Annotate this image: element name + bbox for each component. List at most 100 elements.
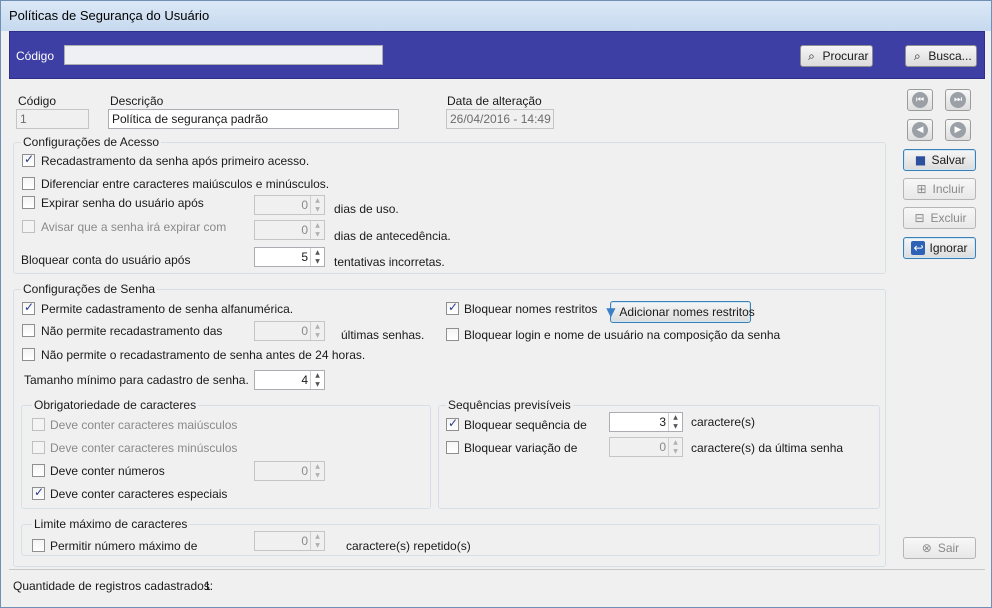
require-upper-checkbox[interactable] — [32, 418, 45, 431]
warn-expire-checkbox[interactable] — [22, 220, 35, 233]
require-numbers-checkbox[interactable] — [32, 464, 45, 477]
allow-max-label: Permitir número máximo de — [50, 539, 198, 553]
first-record-button[interactable]: ⏮ — [907, 89, 933, 111]
block-sequence-value: 3 — [659, 415, 666, 429]
spin-up-icon[interactable]: ▲ — [669, 413, 682, 422]
block-variation-stepper[interactable]: 0 ▲ ▼ — [609, 437, 683, 457]
title-bar: Políticas de Segurança do Usuário — [1, 1, 991, 31]
no-reuse-arrows: ▲ ▼ — [310, 322, 324, 340]
floppy-icon: ■ — [914, 153, 927, 167]
min-size-stepper[interactable]: 4 ▲ ▼ — [254, 370, 325, 390]
block-login-label: Bloquear login e nome de usuário na comp… — [464, 328, 781, 342]
spin-down-icon[interactable]: ▼ — [311, 471, 324, 480]
exit-button[interactable]: ⊗ Sair — [903, 537, 976, 559]
expire-days-stepper[interactable]: 0 ▲ ▼ — [254, 195, 325, 215]
search-code-input[interactable] — [64, 45, 383, 65]
require-upper-label: Deve conter caracteres maiúsculos — [50, 418, 238, 432]
spin-up-icon[interactable]: ▲ — [311, 322, 324, 331]
alphanumeric-checkbox[interactable] — [22, 300, 35, 315]
allow-max-arrows: ▲ ▼ — [310, 532, 324, 550]
block-names-checkbox[interactable] — [446, 300, 459, 315]
last-icon: ⏭ — [950, 92, 966, 108]
no-reuse-label: Não permite recadastramento das — [41, 324, 223, 338]
policy-window: Políticas de Segurança do Usuário Código… — [0, 0, 992, 608]
require-lower-checkbox[interactable] — [32, 441, 45, 454]
spin-up-icon[interactable]: ▲ — [311, 462, 324, 471]
required-chars-title: Obrigatoriedade de caracteres — [32, 398, 199, 412]
undo-icon: ↩ — [911, 241, 926, 255]
warn-days-arrows: ▲ ▼ — [310, 221, 324, 239]
warn-days-value: 0 — [301, 223, 308, 237]
block-attempts-stepper[interactable]: 5 ▲ ▼ — [254, 247, 325, 267]
spin-down-icon[interactable]: ▼ — [669, 422, 682, 431]
spin-down-icon[interactable]: ▼ — [311, 230, 324, 239]
spin-down-icon[interactable]: ▼ — [311, 257, 324, 266]
block-variation-checkbox[interactable] — [446, 441, 459, 454]
spin-up-icon[interactable]: ▲ — [311, 196, 324, 205]
require-numbers-label: Deve conter números — [50, 464, 165, 478]
expire-password-checkbox[interactable] — [22, 196, 35, 209]
case-sensitive-checkbox[interactable] — [22, 177, 35, 190]
no-24h-checkbox[interactable] — [22, 348, 35, 361]
require-numbers-stepper[interactable]: 0 ▲ ▼ — [254, 461, 325, 481]
block-attempts-arrows: ▲ ▼ — [310, 248, 324, 266]
delete-record-icon: ⊟ — [914, 211, 925, 225]
allow-max-checkbox[interactable] — [32, 539, 45, 552]
spin-up-icon[interactable]: ▲ — [311, 221, 324, 230]
spin-down-icon[interactable]: ▼ — [669, 447, 682, 456]
first-icon: ⏮ — [912, 92, 928, 108]
spin-up-icon[interactable]: ▲ — [311, 371, 324, 380]
add-label: Incluir — [932, 182, 965, 196]
spin-down-icon[interactable]: ▼ — [311, 331, 324, 340]
spin-up-icon[interactable]: ▲ — [669, 438, 682, 447]
no-reuse-stepper[interactable]: 0 ▲ ▼ — [254, 321, 325, 341]
spin-up-icon[interactable]: ▲ — [311, 248, 324, 257]
max-limit-title: Limite máximo de caracteres — [32, 517, 190, 531]
add-button[interactable]: ⊞ Incluir — [903, 178, 976, 200]
status-bar: Quantidade de registros cadastrados: 1 — [9, 569, 985, 599]
require-lower-label: Deve conter caracteres minúsculos — [50, 441, 238, 455]
reregister-first-access-label: Recadastramento da senha após primeiro a… — [41, 154, 310, 168]
save-button[interactable]: ■ Salvar — [903, 149, 976, 171]
expire-password-label: Expirar senha do usuário após — [41, 196, 204, 210]
next-record-button[interactable]: ▶ — [945, 119, 971, 141]
warn-days-stepper[interactable]: 0 ▲ ▼ — [254, 220, 325, 240]
ignore-label: Ignorar — [929, 241, 968, 255]
spin-down-icon[interactable]: ▼ — [311, 205, 324, 214]
block-names-label: Bloquear nomes restritos — [464, 302, 598, 316]
last-record-button[interactable]: ⏭ — [945, 89, 971, 111]
block-login-checkbox[interactable] — [446, 328, 459, 341]
require-numbers-arrows: ▲ ▼ — [310, 462, 324, 480]
search-bar: Código ⌕ Procurar ⌕ Busca... — [9, 31, 985, 79]
description-field[interactable]: Política de segurança padrão — [108, 109, 399, 129]
delete-button[interactable]: ⊟ Excluir — [903, 207, 976, 229]
block-sequence-checkbox[interactable] — [446, 416, 459, 431]
busca-label: Busca... — [928, 49, 972, 63]
ignore-button[interactable]: ↩ Ignorar — [903, 237, 976, 259]
spin-down-icon[interactable]: ▼ — [311, 541, 324, 550]
spin-up-icon[interactable]: ▲ — [311, 532, 324, 541]
no-24h-label: Não permite o recadastramento de senha a… — [41, 348, 366, 362]
block-sequence-stepper[interactable]: 3 ▲ ▼ — [609, 412, 683, 432]
no-reuse-checkbox[interactable] — [22, 324, 35, 337]
case-sensitive-label: Diferenciar entre caracteres maiúsculos … — [41, 177, 330, 191]
code-field: 1 — [16, 109, 89, 129]
busca-button[interactable]: ⌕ Busca... — [905, 45, 977, 67]
expire-days-value: 0 — [301, 198, 308, 212]
date-field: 26/04/2016 - 14:49 — [446, 109, 554, 129]
require-special-checkbox[interactable] — [32, 485, 45, 500]
block-attempts-value: 5 — [301, 250, 308, 264]
description-label: Descrição — [110, 94, 164, 108]
allow-max-stepper[interactable]: 0 ▲ ▼ — [254, 531, 325, 551]
prev-record-button[interactable]: ◀ — [907, 119, 933, 141]
next-icon: ▶ — [950, 122, 966, 138]
alphanumeric-label: Permite cadastramento de senha alfanumér… — [41, 302, 294, 316]
reregister-first-access-checkbox[interactable] — [22, 152, 35, 167]
block-variation-value: 0 — [659, 440, 666, 454]
block-variation-arrows: ▲ ▼ — [668, 438, 682, 456]
procurar-label: Procurar — [822, 49, 869, 63]
spin-down-icon[interactable]: ▼ — [311, 380, 324, 389]
procurar-button[interactable]: ⌕ Procurar — [800, 45, 873, 67]
add-restricted-names-button[interactable]: ▼ Adicionar nomes restritos — [606, 301, 755, 323]
records-count-value: 1 — [204, 579, 211, 593]
